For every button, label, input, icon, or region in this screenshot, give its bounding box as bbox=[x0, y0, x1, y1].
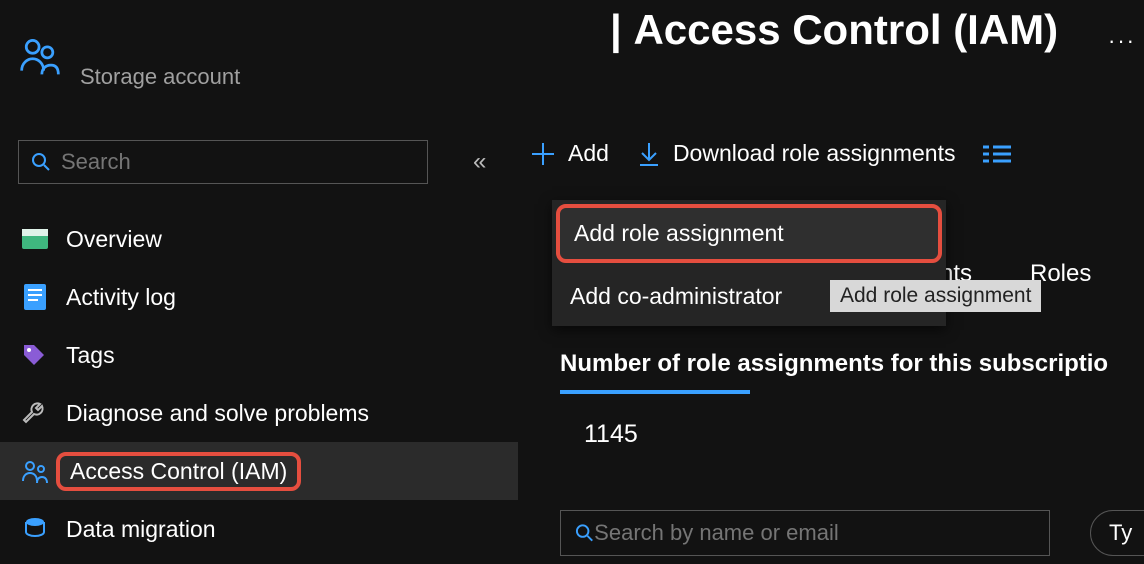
dropdown-add-role-assignment[interactable]: Add role assignment bbox=[556, 204, 942, 263]
sidebar-item-overview[interactable]: Overview bbox=[18, 210, 508, 268]
sidebar-item-label: Activity log bbox=[66, 284, 176, 311]
progress-bar bbox=[560, 390, 760, 394]
search-assignments-input[interactable] bbox=[594, 520, 1035, 546]
list-view-button[interactable] bbox=[983, 144, 1011, 164]
type-filter[interactable]: Ty bbox=[1090, 510, 1144, 556]
sidebar-item-label: Data migration bbox=[66, 516, 216, 543]
sidebar-item-label: Diagnose and solve problems bbox=[66, 400, 369, 427]
assignment-count: 1145 bbox=[584, 420, 638, 449]
tags-icon bbox=[20, 340, 50, 370]
more-icon[interactable]: ··· bbox=[1108, 28, 1136, 54]
search-icon bbox=[31, 152, 51, 172]
sidebar-item-access-control[interactable]: Access Control (IAM) bbox=[0, 442, 518, 500]
people-icon bbox=[18, 34, 66, 82]
sidebar-item-label: Overview bbox=[66, 226, 162, 253]
download-label: Download role assignments bbox=[673, 140, 956, 167]
list-icon bbox=[983, 144, 1011, 164]
search-icon bbox=[575, 523, 594, 543]
sidebar-item-data-migration[interactable]: Data migration bbox=[18, 500, 508, 558]
wrench-icon bbox=[20, 398, 50, 428]
sidebar-item-tags[interactable]: Tags bbox=[18, 326, 508, 384]
sidebar-item-activity-log[interactable]: Activity log bbox=[18, 268, 508, 326]
overview-icon bbox=[20, 224, 50, 254]
sidebar-item-label: Tags bbox=[66, 342, 115, 369]
plus-icon bbox=[530, 141, 556, 167]
activity-log-icon bbox=[20, 282, 50, 312]
resource-type-label: Storage account bbox=[80, 64, 240, 90]
sidebar-search-input[interactable] bbox=[61, 149, 415, 175]
download-icon bbox=[637, 141, 661, 167]
add-button[interactable]: Add bbox=[530, 140, 609, 167]
section-title: Number of role assignments for this subs… bbox=[560, 350, 1108, 378]
download-role-assignments-button[interactable]: Download role assignments bbox=[637, 140, 956, 167]
search-assignments[interactable] bbox=[560, 510, 1050, 556]
people-small-icon bbox=[20, 456, 50, 486]
sidebar-search[interactable] bbox=[18, 140, 428, 184]
page-title: | Access Control (IAM) bbox=[610, 6, 1058, 54]
sidebar-item-label: Access Control (IAM) bbox=[56, 452, 301, 491]
tooltip: Add role assignment bbox=[830, 280, 1041, 312]
collapse-icon[interactable]: « bbox=[473, 148, 486, 176]
database-icon bbox=[20, 514, 50, 544]
add-label: Add bbox=[568, 140, 609, 167]
sidebar-item-diagnose[interactable]: Diagnose and solve problems bbox=[18, 384, 508, 442]
